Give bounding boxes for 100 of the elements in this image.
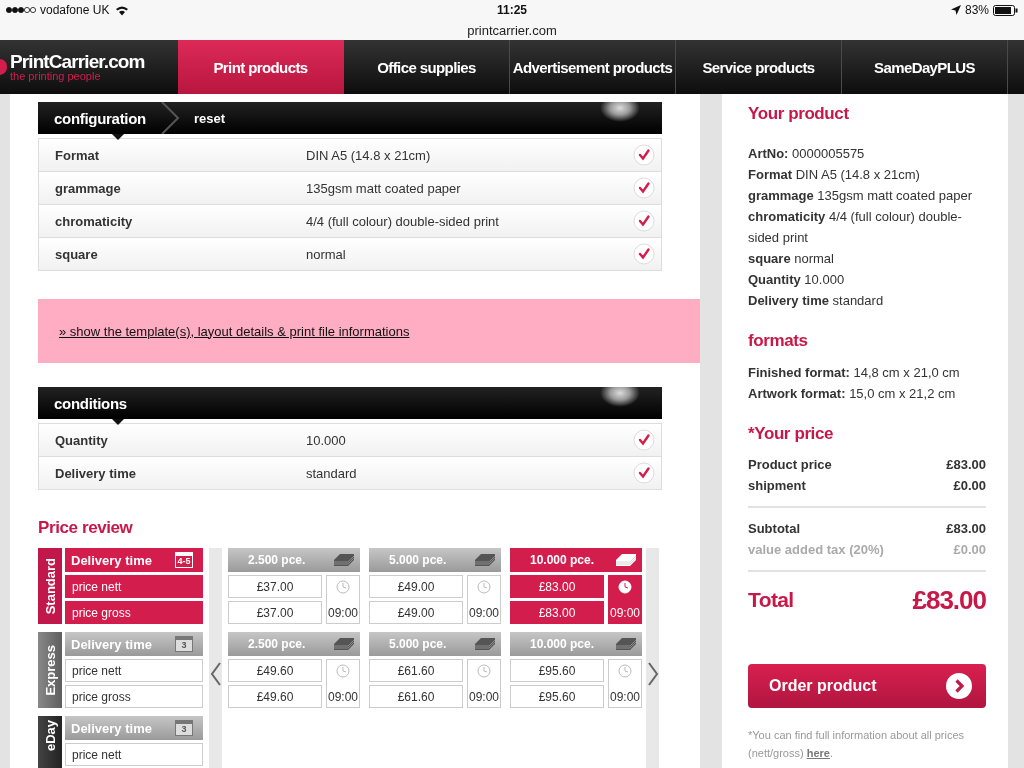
arrow-circle-icon	[946, 673, 972, 699]
logo-mark-icon	[0, 57, 7, 77]
format-detail: Artwork format: 15,0 cm x 21,2 cm	[748, 385, 957, 403]
service-label[interactable]: Express	[38, 632, 62, 708]
clock-icon	[477, 664, 491, 678]
chevron-right-icon[interactable]	[646, 662, 659, 686]
logo-name[interactable]: PrintCarrier.com	[10, 52, 145, 71]
panel-title: configuration	[53, 109, 147, 127]
option-label: Format	[54, 147, 101, 163]
paper-stack-icon	[616, 553, 636, 567]
price-cell[interactable]: £49.60	[228, 659, 322, 682]
nav-tab[interactable]: Print products	[178, 40, 344, 94]
option-label: Quantity	[54, 432, 109, 448]
price-cell[interactable]: £83.00	[510, 601, 604, 624]
delivery-label: Delivery time	[71, 720, 152, 736]
price-type-cell: price gross	[65, 685, 203, 708]
price-type-cell: price nett	[65, 575, 203, 598]
pointer-icon	[112, 134, 124, 140]
product-detail: square normal	[748, 250, 835, 268]
url-text[interactable]: printcarrier.com	[467, 22, 557, 38]
quantity-label: 10.000 pce.	[530, 553, 595, 567]
product-detail: Quantity 10.000	[748, 271, 846, 289]
option-value: standard	[306, 465, 358, 481]
price-label: value added tax (20%)	[748, 541, 884, 559]
price-cell[interactable]: £37.00	[228, 575, 322, 598]
option-value: 135gsm matt coated paper	[306, 180, 462, 196]
price-value: £0.00	[953, 541, 986, 559]
price-cell[interactable]: £49.00	[369, 575, 463, 598]
reset-link[interactable]: reset	[193, 110, 225, 126]
battery-percent: 83%	[964, 3, 989, 17]
section-heading: *Your price	[748, 424, 835, 444]
price-label: Product price	[748, 456, 832, 474]
chevron-left-icon[interactable]	[209, 662, 222, 686]
chevron-icon	[159, 102, 182, 134]
price-value: £0.00	[953, 477, 986, 495]
price-cell[interactable]: £83.00	[510, 575, 604, 598]
price-cell[interactable]: £37.00	[228, 601, 322, 624]
quantity-label: 5.000 pce.	[389, 553, 447, 567]
battery-icon	[993, 4, 1018, 16]
price-type-cell: price gross	[65, 601, 203, 624]
product-detail: ArtNo: 0000005575	[748, 145, 866, 163]
total-value: £83.00	[912, 584, 986, 616]
quantity-label: 2.500 pce.	[248, 553, 306, 567]
template-link[interactable]: » show the template(s), layout details & print file informations	[59, 323, 410, 339]
delivery-label: Delivery time	[71, 552, 152, 568]
paper-stack-icon	[475, 637, 495, 651]
quantity-header[interactable]: 10.000 pce.	[510, 548, 642, 572]
signal-icon	[6, 6, 36, 14]
option-value: 4/4 (full colour) double-sided print	[306, 213, 500, 229]
delivery-time-text: 09:00	[328, 690, 358, 704]
option-label: Delivery time	[54, 465, 137, 481]
halftone-graphic	[600, 387, 640, 407]
clock-icon	[336, 664, 350, 678]
delivery-time-text: 09:00	[469, 606, 499, 620]
halftone-graphic	[600, 102, 640, 122]
format-detail: Finished format: 14,8 cm x 21,0 cm	[748, 364, 961, 382]
logo-tagline: the printing people	[10, 71, 102, 82]
clock-icon	[618, 664, 632, 678]
location-arrow-icon	[950, 5, 961, 15]
price-label: Subtotal	[748, 520, 800, 538]
paper-stack-icon	[616, 637, 636, 651]
price-cell[interactable]: £95.60	[510, 659, 604, 682]
delivery-time-text: 09:00	[610, 690, 640, 704]
section-heading: Price review	[38, 518, 134, 538]
paper-stack-icon	[334, 637, 354, 651]
delivery-label: Delivery time	[71, 636, 152, 652]
carrier-name: vodafone UK	[40, 3, 110, 17]
clock-icon	[336, 580, 350, 594]
price-cell[interactable]: £49.60	[228, 685, 322, 708]
option-label: grammage	[54, 180, 122, 196]
quantity-label: 10.000 pce.	[530, 637, 595, 651]
price-value: £83.00	[946, 456, 986, 474]
day-count-badge: 4-5	[175, 552, 193, 568]
delivery-time-text: 09:00	[469, 690, 499, 704]
clock-icon	[618, 580, 632, 594]
delivery-time-text: 09:00	[610, 606, 640, 620]
pointer-icon	[112, 419, 124, 425]
price-cell[interactable]: £49.00	[369, 601, 463, 624]
here-link[interactable]: here	[806, 747, 830, 759]
price-cell[interactable]: £61.60	[369, 659, 463, 682]
delivery-time-text: 09:00	[328, 606, 358, 620]
total-label: Total	[748, 587, 794, 613]
option-label: square	[54, 246, 99, 262]
paper-stack-icon	[475, 553, 495, 567]
panel-title: conditions	[53, 394, 128, 412]
service-label[interactable]: eDay	[38, 716, 62, 768]
price-value: £83.00	[946, 520, 986, 538]
price-cell[interactable]: £61.60	[369, 685, 463, 708]
option-value: DIN A5 (14.8 x 21cm)	[306, 147, 432, 163]
price-cell[interactable]: £95.60	[510, 685, 604, 708]
clock-time: 11:25	[497, 3, 527, 17]
section-heading: formats	[748, 331, 809, 351]
service-label[interactable]: Standard	[38, 548, 62, 624]
option-value: normal	[306, 246, 347, 262]
wifi-icon	[115, 4, 130, 16]
order-button[interactable]: Order product	[748, 664, 986, 708]
clock-icon	[477, 580, 491, 594]
product-detail: Delivery time standard	[748, 292, 885, 310]
price-footnote: *You can find full information about all prices (nett/gross) here.	[748, 728, 966, 761]
day-count-badge: 3	[175, 720, 193, 736]
